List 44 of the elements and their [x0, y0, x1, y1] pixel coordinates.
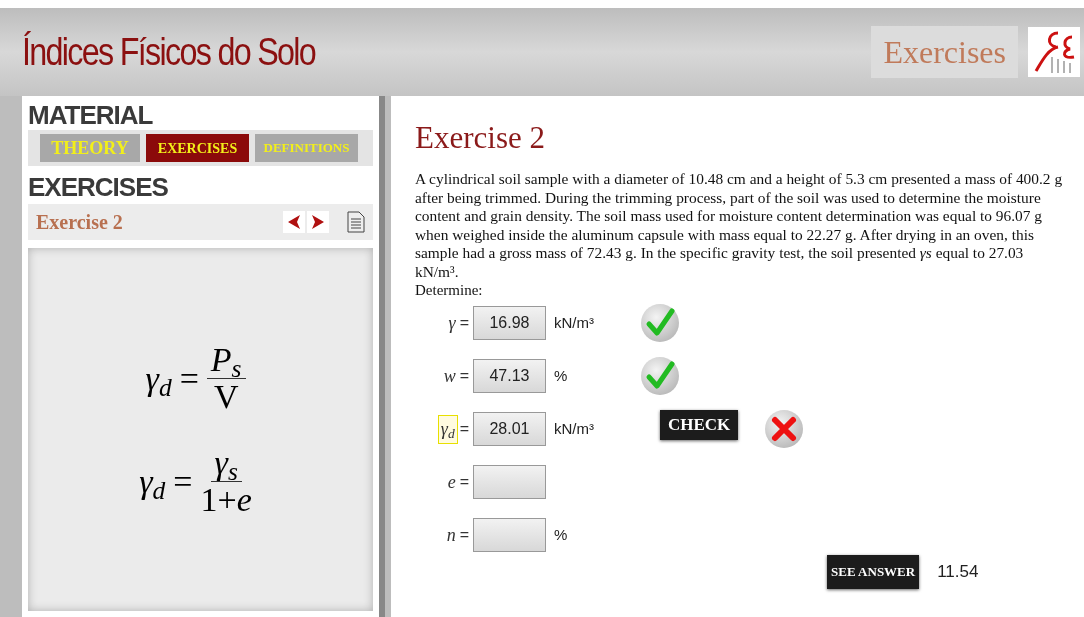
- formula-symbol: γ$_{d}$: [145, 358, 172, 404]
- answer-value: 11.54: [937, 561, 979, 584]
- formula-denominator: V: [213, 378, 239, 415]
- logo-icon: [1028, 27, 1080, 77]
- unit-label: kN/m³: [554, 419, 594, 437]
- cross-icon: [764, 409, 805, 449]
- equals-sign: =: [459, 472, 469, 492]
- formula-denominator: 1+e: [200, 481, 252, 518]
- document-icon[interactable]: [347, 211, 365, 233]
- checkmark-icon: [640, 356, 680, 396]
- exercise-statement: A cylindrical soil sample with a diameter of 10.48 cm and a height of 5.3 cm presented a mass of 400.2 g after being trimmed. During the trimming process, part of the soil was used to determine the moisture content and grain density. The soil mass used for moisture content determination was equal to 96.07 g when weighed inside the aluminum capsule with mass equal to 22.27 g. After drying in an oven, this sample had a gross mass of 72.43 g. In the specific gravity test, the soil presented γs equal to 27.03 kN/m³.: [415, 170, 1064, 281]
- answer-field[interactable]: 47.13: [473, 359, 546, 393]
- variable-label: n: [445, 523, 457, 547]
- answer-field[interactable]: 28.01: [473, 412, 546, 446]
- unit-label: %: [554, 525, 568, 543]
- exercise-name: Exercise 2: [36, 210, 123, 235]
- equals-sign: =: [459, 525, 469, 545]
- equals-sign: =: [459, 419, 469, 439]
- equals-sign: =: [459, 366, 469, 386]
- see-answer-button[interactable]: SEE ANSWER: [827, 555, 920, 589]
- formula-symbol: γ$_{d}$: [139, 461, 166, 507]
- answer-field[interactable]: 16.98: [473, 306, 546, 340]
- formula-numerator: P$_{s}$: [206, 341, 246, 379]
- unit-label: %: [554, 366, 568, 384]
- section-title: Exercises: [871, 26, 1018, 78]
- equals-sign: =: [459, 313, 469, 333]
- variable-label: γ$_{d}$: [437, 414, 458, 444]
- variable-label: γ: [447, 311, 457, 335]
- check-button[interactable]: CHECK: [660, 410, 739, 440]
- unit-label: kN/m³: [554, 313, 594, 331]
- answer-field[interactable]: [473, 518, 546, 552]
- answer-field[interactable]: [473, 465, 546, 499]
- prompt-text: Determine:: [415, 281, 484, 299]
- equals-sign: =: [179, 358, 199, 399]
- variable-label: e: [446, 470, 457, 494]
- equals-sign: =: [173, 461, 193, 502]
- app-title: Índices Físicos do Solo: [22, 29, 316, 75]
- section-heading: EXERCISES: [28, 172, 169, 202]
- variable-label: w: [442, 364, 457, 388]
- material-tab[interactable]: EXERCISES: [146, 134, 249, 162]
- exercise-title: Exercise 2: [415, 120, 546, 156]
- formula-numerator: γ$_{s}$: [210, 444, 242, 482]
- section-heading: MATERIAL: [28, 100, 154, 130]
- checkmark-icon: [640, 303, 680, 343]
